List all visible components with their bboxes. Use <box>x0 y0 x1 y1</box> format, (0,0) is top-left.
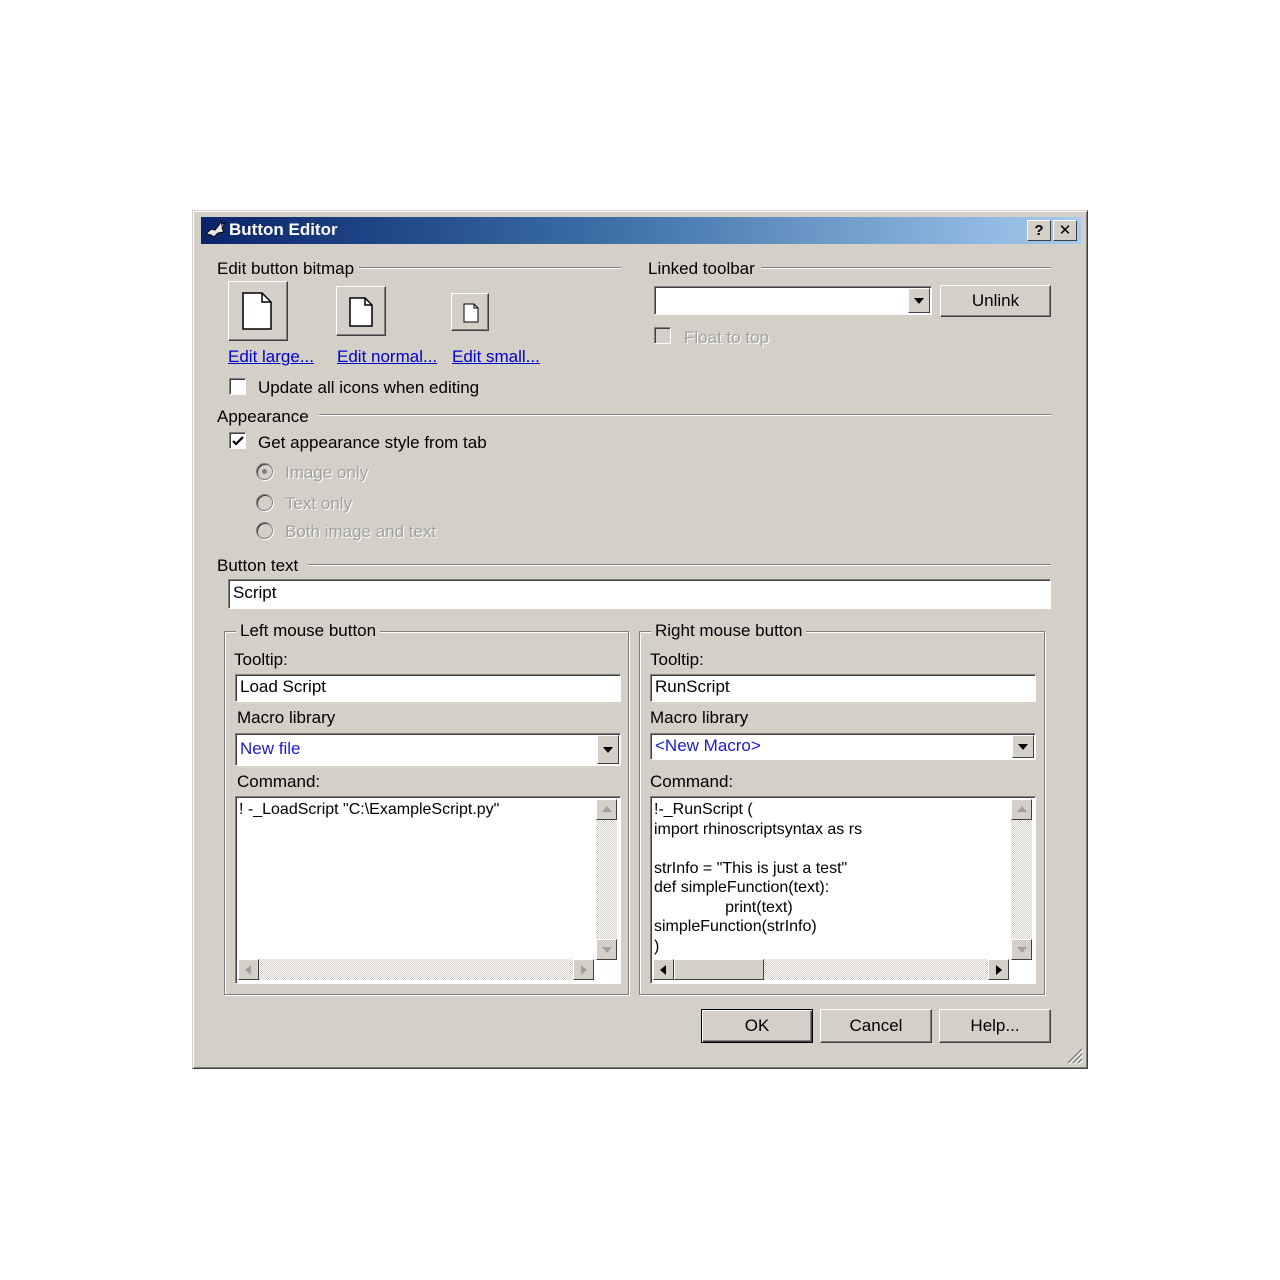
button-editor-dialog: Button Editor ? ✕ Edit button bitmap Edi… <box>192 210 1088 1069</box>
button-text-value: Script <box>233 583 277 602</box>
right-mouse-group-label: Right mouse button <box>651 621 807 641</box>
check-icon <box>232 436 244 446</box>
right-macro-combo[interactable]: <New Macro> <box>650 733 1036 760</box>
edit-large-link[interactable]: Edit large... <box>228 347 314 367</box>
scroll-right-icon[interactable] <box>573 959 594 980</box>
button-text-input[interactable]: Script <box>228 579 1051 609</box>
right-tooltip-input[interactable]: RunScript <box>650 674 1036 702</box>
radio-image-only[interactable] <box>256 463 273 480</box>
right-tooltip-value: RunScript <box>655 677 730 696</box>
right-vertical-scrollbar[interactable] <box>1011 799 1032 960</box>
blank-page-icon <box>242 292 272 330</box>
right-command-textarea[interactable]: !-_RunScript ( import rhinoscriptsyntax … <box>650 796 1036 984</box>
appearance-separator <box>319 414 1051 416</box>
help-button[interactable]: Help... <box>939 1009 1051 1043</box>
scroll-up-icon[interactable] <box>1011 799 1032 820</box>
float-to-top-label: Float to top <box>684 328 770 347</box>
chevron-down-icon[interactable] <box>908 288 930 313</box>
right-command-label: Command: <box>650 772 734 791</box>
appearance-section-label: Appearance <box>217 407 309 426</box>
scroll-right-icon[interactable] <box>988 959 1009 980</box>
left-mouse-group-label: Left mouse button <box>236 621 381 641</box>
update-all-icons-label: Update all icons when editing <box>258 378 480 397</box>
both-label: Both image and text <box>285 522 437 541</box>
help-title-button[interactable]: ? <box>1027 220 1051 241</box>
large-bitmap-button[interactable] <box>228 281 288 341</box>
right-tooltip-label: Tooltip: <box>650 650 704 669</box>
scroll-left-icon[interactable] <box>653 959 674 980</box>
ok-label: OK <box>744 1016 770 1035</box>
edit-normal-link[interactable]: Edit normal... <box>337 347 437 367</box>
rhino-icon <box>205 220 227 238</box>
left-tooltip-input[interactable]: Load Script <box>235 674 621 702</box>
left-tooltip-label: Tooltip: <box>234 650 288 669</box>
help-label: Help... <box>970 1016 1020 1035</box>
left-tooltip-value: Load Script <box>240 677 326 696</box>
close-button[interactable]: ✕ <box>1053 220 1077 241</box>
update-all-icons-checkbox[interactable] <box>229 378 246 395</box>
left-command-label: Command: <box>237 772 321 791</box>
resize-grip-icon[interactable] <box>1064 1045 1084 1065</box>
question-icon: ? <box>1034 222 1044 239</box>
button-text-section-label: Button text <box>217 556 299 575</box>
chevron-down-icon[interactable] <box>597 735 619 764</box>
float-to-top-checkbox[interactable] <box>654 327 671 344</box>
ok-button[interactable]: OK <box>701 1009 813 1043</box>
scroll-down-icon[interactable] <box>596 939 617 960</box>
left-vertical-scrollbar[interactable] <box>596 799 617 960</box>
cancel-label: Cancel <box>849 1016 903 1035</box>
small-bitmap-button[interactable] <box>451 293 489 331</box>
left-macro-value: New file <box>240 739 301 758</box>
right-macro-value: <New Macro> <box>655 736 761 755</box>
right-command-text: !-_RunScript ( import rhinoscriptsyntax … <box>654 801 863 955</box>
unlink-button[interactable]: Unlink <box>940 285 1051 317</box>
scroll-left-icon[interactable] <box>238 959 259 980</box>
radio-text-only[interactable] <box>256 494 273 511</box>
edit-small-link[interactable]: Edit small... <box>452 347 540 367</box>
normal-bitmap-button[interactable] <box>336 286 386 336</box>
radio-both[interactable] <box>256 522 273 539</box>
window-title: Button Editor <box>229 220 338 239</box>
right-macro-label: Macro library <box>650 708 749 727</box>
linked-toolbar-separator <box>761 267 1051 269</box>
blank-page-icon <box>463 303 479 323</box>
left-command-text: ! -_LoadScript "C:\ExampleScript.py" <box>239 801 500 818</box>
blank-page-icon <box>349 297 373 327</box>
get-style-label: Get appearance style from tab <box>258 433 487 452</box>
left-horizontal-scrollbar[interactable] <box>238 959 594 980</box>
bitmap-separator <box>359 267 621 269</box>
button-text-separator <box>308 564 1051 566</box>
right-horizontal-scrollbar[interactable] <box>653 959 1009 980</box>
close-icon: ✕ <box>1058 222 1072 239</box>
unlink-label: Unlink <box>971 291 1020 310</box>
linked-toolbar-label: Linked toolbar <box>648 259 755 278</box>
bitmap-section-label: Edit button bitmap <box>217 259 355 278</box>
get-style-checkbox[interactable] <box>229 432 246 449</box>
linked-toolbar-combo[interactable] <box>654 286 932 315</box>
scroll-up-icon[interactable] <box>596 799 617 820</box>
scroll-down-icon[interactable] <box>1011 939 1032 960</box>
image-only-label: Image only <box>285 463 369 482</box>
left-macro-combo[interactable]: New file <box>235 733 621 766</box>
left-command-textarea[interactable]: ! -_LoadScript "C:\ExampleScript.py" <box>235 796 621 984</box>
horizontal-scroll-thumb[interactable] <box>674 959 764 980</box>
text-only-label: Text only <box>285 494 353 513</box>
title-bar[interactable]: Button Editor ? ✕ <box>201 217 1081 244</box>
cancel-button[interactable]: Cancel <box>820 1009 932 1043</box>
left-macro-label: Macro library <box>237 708 336 727</box>
chevron-down-icon[interactable] <box>1012 735 1034 758</box>
